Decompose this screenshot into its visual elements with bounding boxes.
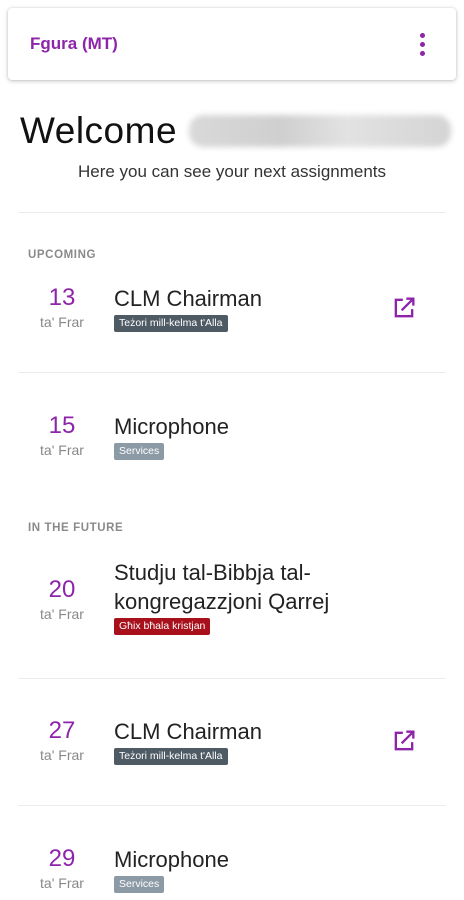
- app-bar: Fgura (MT): [8, 8, 456, 80]
- congregation-title[interactable]: Fgura (MT): [30, 34, 118, 54]
- assignment-date: 20 ta' Frar: [24, 576, 100, 624]
- assignment-title: Microphone: [114, 414, 229, 439]
- assignment-badge: Services: [114, 876, 165, 893]
- assignment-month: ta' Frar: [40, 442, 84, 458]
- welcome-subtitle: Here you can see your next assignments: [77, 162, 387, 181]
- divider: [18, 372, 446, 373]
- divider: [18, 805, 446, 806]
- assignment-badge: Teżori mill-kelma t'Alla: [114, 748, 228, 765]
- assignment-title-line-2: kongregazzjoni Qarrej: [114, 589, 330, 614]
- open-in-new-icon[interactable]: [390, 727, 418, 755]
- assignment-badge: Services: [114, 443, 165, 460]
- assignment-content: Microphone Services: [114, 412, 384, 460]
- assignment-title: CLM Chairman: [114, 286, 262, 311]
- assignment-day: 20: [48, 576, 76, 603]
- welcome-text: Welcome: [20, 110, 178, 151]
- assignment-month: ta' Frar: [40, 747, 84, 763]
- assignment-title: Microphone: [114, 847, 229, 872]
- assignment-month: ta' Frar: [40, 606, 84, 622]
- welcome-heading: Welcome: [20, 108, 452, 154]
- more-options-icon[interactable]: [410, 29, 434, 59]
- assignment-month: ta' Frar: [40, 875, 84, 891]
- assignment-content: CLM Chairman Teżori mill-kelma t'Alla: [114, 717, 384, 765]
- assignment-day: 15: [48, 412, 76, 439]
- assignment-badge: Għix bħala kristjan: [114, 618, 211, 635]
- assignment-content: CLM Chairman Teżori mill-kelma t'Alla: [114, 284, 384, 332]
- assignment-day: 27: [48, 717, 76, 744]
- section-upcoming: UPCOMING: [28, 249, 97, 261]
- assignment-date: 27 ta' Frar: [24, 717, 100, 765]
- assignment-day: 29: [48, 845, 76, 872]
- assignment-title: CLM Chairman: [114, 719, 262, 744]
- blurred-user-name: [189, 115, 452, 147]
- assignment-date: 13 ta' Frar: [24, 284, 100, 332]
- assignment-date: 15 ta' Frar: [24, 412, 100, 460]
- divider: [18, 212, 446, 213]
- section-in-the-future: IN THE FUTURE: [28, 522, 124, 534]
- assignment-date: 29 ta' Frar: [24, 845, 100, 893]
- assignment-day: 13: [48, 284, 76, 311]
- divider: [18, 678, 446, 679]
- assignment-badge: Teżori mill-kelma t'Alla: [114, 315, 228, 332]
- assignment-content: Studju tal-Bibbja tal- kongregazzjoni Qa…: [114, 558, 384, 635]
- open-in-new-icon[interactable]: [390, 294, 418, 322]
- assignment-content: Microphone Services: [114, 845, 384, 893]
- assignment-month: ta' Frar: [40, 314, 84, 330]
- assignment-title-line-1: Studju tal-Bibbja tal-: [114, 560, 311, 585]
